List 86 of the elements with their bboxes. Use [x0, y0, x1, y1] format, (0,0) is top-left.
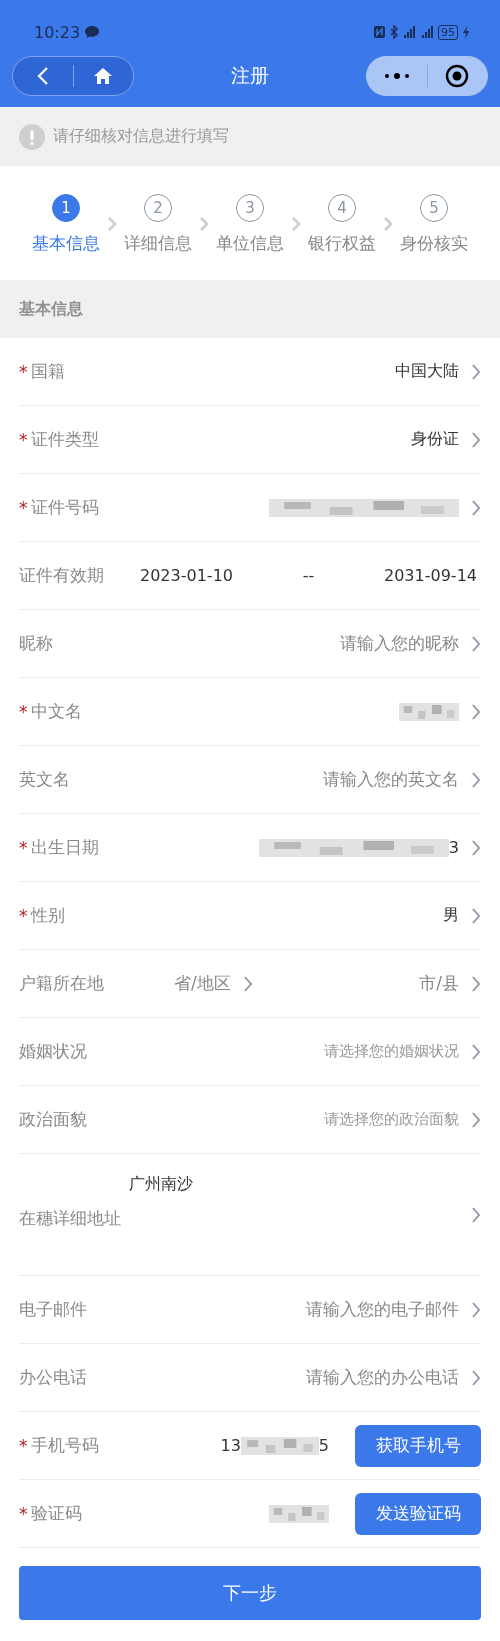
more-icon [383, 72, 410, 80]
back-icon [36, 66, 49, 86]
field-label: 证件有效期 [19, 564, 104, 587]
chevron-icon [471, 1300, 481, 1319]
field-label: 国籍 [30, 360, 65, 383]
field-label: 证件号码 [30, 496, 99, 519]
step-tab[interactable]: 4 银行权益 [301, 194, 383, 255]
chevron-icon [471, 1110, 481, 1129]
field-value: 3 [448, 838, 459, 857]
field-value: 中国大陆 [395, 361, 459, 382]
nfc-icon [374, 25, 386, 39]
field-value: 5 [318, 1436, 329, 1455]
field-label: 验证码 [30, 1502, 82, 1525]
field-label: 政治面貌 [19, 1108, 87, 1131]
notice-text: 请仔细核对信息进行填写 [53, 126, 229, 147]
step-tab[interactable]: 1 基本信息 [25, 194, 107, 255]
field-placeholder[interactable]: 请选择您的婚姻状况 [324, 1042, 459, 1061]
start-date[interactable]: 2023-01-10 [140, 566, 233, 585]
field-label: 办公电话 [19, 1366, 87, 1389]
field-label: 婚姻状况 [19, 1040, 87, 1063]
field-label: 手机号码 [30, 1434, 99, 1457]
chevron-icon [471, 1368, 481, 1387]
field-label: 性别 [30, 904, 65, 927]
signal-icon [402, 25, 416, 39]
chevron-icon [471, 362, 481, 381]
required-mark: * [19, 361, 28, 382]
required-mark: * [19, 1435, 28, 1456]
chevron-icon [471, 906, 481, 925]
field-label: 户籍所在地 [19, 972, 104, 995]
chevron-icon [291, 216, 301, 232]
step-tab[interactable]: 3 单位信息 [209, 194, 291, 255]
chevron-icon [471, 702, 481, 721]
chevron-icon [242, 974, 253, 993]
next-button[interactable]: 下一步 [19, 1566, 481, 1620]
chevron-icon [471, 634, 481, 653]
signal-icon [420, 25, 434, 39]
chevron-icon [471, 838, 481, 857]
field-label: 在穗详细地址 [19, 1207, 121, 1230]
field-label: 出生日期 [30, 836, 99, 859]
field-placeholder[interactable]: 请输入您的英文名 [323, 768, 459, 791]
charging-icon [462, 25, 470, 39]
status-time: 10:23 [34, 22, 81, 42]
chevron-icon [471, 1042, 481, 1061]
home-icon [93, 67, 114, 85]
field-value: 身份证 [411, 429, 459, 450]
field-placeholder[interactable]: 请输入您的昵称 [340, 632, 459, 655]
address-value[interactable]: 广州南沙 [129, 1174, 193, 1195]
field-label: 英文名 [19, 768, 70, 791]
date-separator: -- [302, 566, 315, 585]
action-button[interactable]: 发送验证码 [355, 1492, 481, 1535]
chevron-icon [383, 216, 393, 232]
field-placeholder[interactable]: 请输入您的办公电话 [306, 1366, 459, 1389]
action-button[interactable]: 获取手机号 [355, 1424, 481, 1467]
chevron-icon [471, 974, 481, 993]
required-mark: * [19, 905, 28, 926]
bluetooth-icon [390, 25, 398, 39]
chevron-icon [471, 770, 481, 789]
field-value: 男 [443, 905, 459, 926]
field-placeholder[interactable]: 请选择您的政治面貌 [324, 1110, 459, 1129]
battery-level: 95 [438, 24, 458, 40]
chevron-icon [471, 498, 481, 517]
required-mark: * [19, 837, 28, 858]
field-label: 电子邮件 [19, 1298, 87, 1321]
field-label: 证件类型 [30, 428, 99, 451]
chat-bubble-icon [84, 25, 101, 39]
required-mark: * [19, 701, 28, 722]
required-mark: * [19, 429, 28, 450]
required-mark: * [19, 497, 28, 518]
province-select[interactable]: 省/地区 [174, 972, 231, 995]
city-select[interactable]: 市/县 [419, 972, 459, 995]
field-label: 昵称 [19, 632, 53, 655]
section-title: 基本信息 [19, 298, 83, 320]
end-date[interactable]: 2031-09-14 [384, 566, 477, 585]
info-icon [19, 123, 45, 150]
chevron-icon [199, 216, 209, 232]
chevron-icon [471, 1205, 481, 1224]
field-placeholder[interactable]: 请输入您的电子邮件 [306, 1298, 459, 1321]
step-tab[interactable]: 2 详细信息 [117, 194, 199, 255]
target-icon [445, 64, 470, 88]
field-value: 13 [220, 1436, 241, 1455]
chevron-icon [107, 216, 117, 232]
chevron-icon [471, 430, 481, 449]
step-tab[interactable]: 5 身份核实 [393, 194, 475, 255]
required-mark: * [19, 1503, 28, 1524]
page-title: 注册 [231, 63, 269, 88]
field-label: 中文名 [30, 700, 82, 723]
